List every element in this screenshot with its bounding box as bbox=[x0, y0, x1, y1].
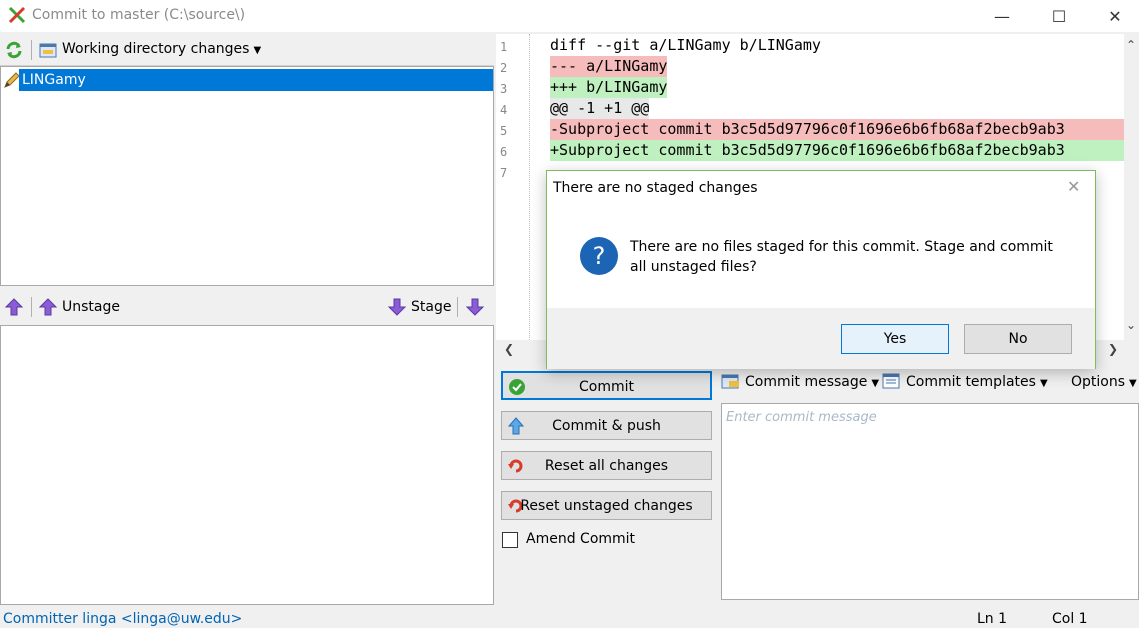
line-number: 2 bbox=[500, 61, 508, 75]
diff-line-removed: -Subproject commit b3c5d5d97796c0f1696e6… bbox=[550, 119, 1124, 140]
amend-checkbox[interactable] bbox=[502, 532, 518, 548]
working-dir-dropdown[interactable]: Working directory changes ▼ bbox=[62, 41, 261, 57]
line-number: 3 bbox=[500, 82, 508, 96]
scroll-right-icon[interactable]: ❯ bbox=[1108, 342, 1118, 356]
stage-toolbar: Unstage Stage bbox=[0, 290, 494, 324]
commit-message-toolbar: Commit message ▼ Commit templates ▼ Option… bbox=[720, 370, 1139, 396]
arrow-up-icon bbox=[38, 298, 58, 316]
diff-line-added: +Subproject commit b3c5d5d97796c0f1696e6… bbox=[550, 140, 1124, 161]
chevron-down-icon: ▼ bbox=[1129, 378, 1137, 389]
dialog-message: There are no files staged for this commi… bbox=[630, 239, 1053, 275]
line-indicator: Ln 1 bbox=[977, 611, 1008, 627]
staged-file-list[interactable] bbox=[0, 325, 494, 605]
no-button[interactable]: No bbox=[964, 324, 1072, 354]
diff-line-removed: --- a/LINGamy bbox=[550, 56, 668, 77]
unstaged-file-list[interactable]: LINGamy bbox=[0, 66, 494, 286]
working-directory-icon bbox=[39, 43, 57, 58]
line-number-gutter: 1 2 3 4 5 6 7 bbox=[496, 34, 530, 340]
options-dropdown[interactable]: Options ▼ bbox=[1071, 374, 1137, 390]
git-extensions-icon bbox=[8, 6, 26, 24]
reset-unstaged-button[interactable]: Reset unstaged changes bbox=[501, 491, 712, 520]
toolbar-separator bbox=[31, 297, 32, 317]
toolbar-separator bbox=[457, 297, 458, 317]
stage-button[interactable]: Stage bbox=[411, 299, 451, 315]
maximize-button[interactable]: ☐ bbox=[1036, 0, 1082, 32]
unstage-all-icon[interactable] bbox=[4, 297, 24, 317]
scroll-down-icon[interactable]: ⌄ bbox=[1126, 318, 1136, 332]
commit-message-icon bbox=[721, 374, 739, 389]
dialog-close-icon[interactable]: ✕ bbox=[1067, 177, 1080, 196]
line-number: 5 bbox=[500, 124, 508, 138]
scroll-up-icon[interactable]: ⌃ bbox=[1126, 38, 1136, 52]
toolbar-separator bbox=[31, 40, 32, 60]
commit-message-dropdown[interactable]: Commit message ▼ bbox=[745, 374, 879, 390]
dialog-title: There are no staged changes bbox=[553, 180, 758, 196]
line-number: 6 bbox=[500, 145, 508, 159]
diff-line-added: +++ b/LINGamy bbox=[550, 77, 668, 98]
status-bar: Committer linga <linga@uw.edu> Ln 1 Col … bbox=[0, 608, 1139, 628]
vertical-scrollbar[interactable]: ⌃ ⌄ bbox=[1124, 34, 1139, 340]
diff-hunk-header: @@ -1 +1 @@ bbox=[550, 98, 650, 119]
commit-message-placeholder: Enter commit message bbox=[726, 410, 877, 425]
reset-all-button[interactable]: Reset all changes bbox=[501, 451, 712, 480]
window-title: Commit to master (C:\source\) bbox=[32, 7, 246, 23]
line-number: 1 bbox=[500, 40, 508, 54]
yes-button[interactable]: Yes bbox=[841, 324, 949, 354]
line-number: 7 bbox=[500, 166, 508, 180]
stage-all-icon[interactable] bbox=[465, 297, 485, 317]
scroll-left-icon[interactable]: ❮ bbox=[504, 342, 514, 356]
no-staged-changes-dialog: There are no staged changes ✕ ? There ar… bbox=[546, 170, 1096, 369]
dialog-footer: Yes No bbox=[547, 308, 1095, 369]
close-button[interactable]: ✕ bbox=[1092, 0, 1138, 32]
committer-info[interactable]: Committer linga <linga@uw.edu> bbox=[3, 611, 242, 627]
list-item[interactable]: LINGamy bbox=[19, 69, 493, 91]
commit-push-button[interactable]: Commit & push bbox=[501, 411, 712, 440]
title-bar: Commit to master (C:\source\) — ☐ ✕ bbox=[0, 0, 1139, 32]
column-indicator: Col 1 bbox=[1052, 611, 1088, 627]
minimize-button[interactable]: — bbox=[979, 0, 1025, 32]
chevron-down-icon: ▼ bbox=[1039, 378, 1048, 389]
amend-label: Amend Commit bbox=[526, 531, 636, 547]
unstage-button[interactable]: Unstage bbox=[62, 299, 120, 315]
chevron-down-icon: ▼ bbox=[253, 45, 262, 56]
line-number: 4 bbox=[500, 103, 508, 117]
refresh-icon[interactable] bbox=[4, 40, 24, 60]
question-icon: ? bbox=[580, 237, 618, 275]
template-icon bbox=[882, 373, 900, 389]
diff-line: diff --git a/LINGamy b/LINGamy bbox=[550, 36, 821, 54]
chevron-down-icon: ▼ bbox=[871, 378, 880, 389]
working-dir-toolbar: Working directory changes ▼ bbox=[0, 34, 494, 66]
commit-templates-dropdown[interactable]: Commit templates ▼ bbox=[906, 374, 1048, 390]
commit-button[interactable]: Commit bbox=[501, 371, 712, 400]
commit-message-input[interactable]: Enter commit message bbox=[721, 403, 1139, 600]
arrow-down-icon bbox=[387, 298, 407, 316]
